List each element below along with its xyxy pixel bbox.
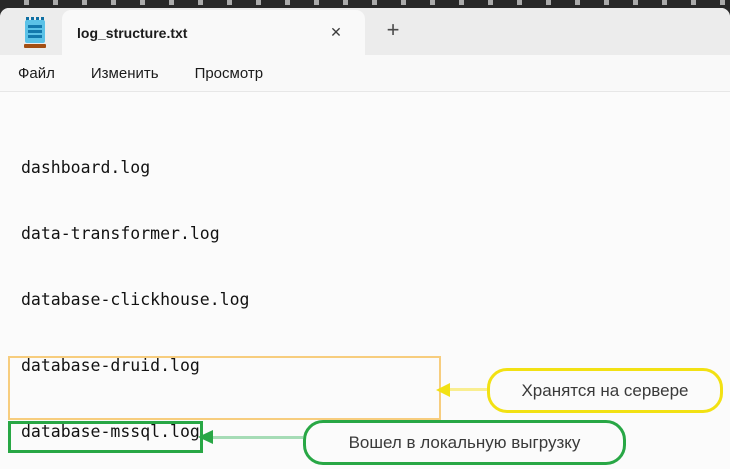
- menu-bar: Файл Изменить Просмотр: [0, 55, 730, 92]
- new-tab-button[interactable]: +: [378, 15, 408, 45]
- cropped-window-above: [0, 0, 730, 8]
- server-callout: Хранятся на сервере: [487, 368, 723, 413]
- local-callout: Вошел в локальную выгрузку: [303, 420, 626, 465]
- menu-file[interactable]: Файл: [18, 65, 55, 82]
- server-arrow-icon: [436, 383, 450, 397]
- file-line: database-druid.log: [21, 355, 418, 377]
- notepad-icon: [24, 17, 46, 48]
- file-line: database-clickhouse.log: [21, 289, 418, 311]
- file-line: dashboard.log: [21, 157, 418, 179]
- text-area[interactable]: dashboard.log data-transformer.log datab…: [0, 92, 730, 469]
- notepad-window: log_structure.txt ✕ + Файл Изменить Прос…: [0, 8, 730, 469]
- local-arrow-icon: [198, 430, 213, 444]
- file-list: dashboard.log data-transformer.log datab…: [21, 113, 418, 469]
- local-callout-label: Вошел в локальную выгрузку: [349, 433, 581, 453]
- menu-edit[interactable]: Изменить: [91, 65, 159, 82]
- server-callout-label: Хранятся на сервере: [521, 381, 688, 401]
- active-tab[interactable]: log_structure.txt ✕: [62, 10, 365, 55]
- tab-bar: log_structure.txt ✕ +: [0, 8, 730, 55]
- local-arrow-shaft: [213, 436, 303, 439]
- server-arrow-shaft: [450, 388, 487, 391]
- menu-view[interactable]: Просмотр: [195, 65, 264, 82]
- file-line: data-transformer.log: [21, 223, 418, 245]
- close-tab-icon[interactable]: ✕: [323, 20, 349, 46]
- tab-title: log_structure.txt: [77, 25, 323, 41]
